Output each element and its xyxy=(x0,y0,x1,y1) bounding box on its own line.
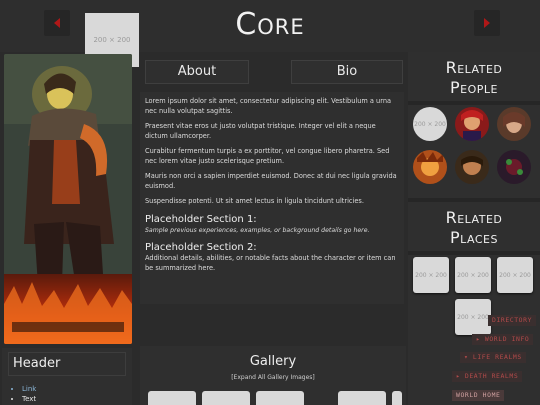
gallery-title: Gallery xyxy=(249,354,297,369)
nav-link-life-realms[interactable]: ▾ LIFE REALMS xyxy=(460,352,526,363)
next-page-button[interactable] xyxy=(474,10,500,36)
chevron-down-icon: ▾ xyxy=(464,353,469,361)
related-person-avatar[interactable] xyxy=(497,107,531,141)
divider xyxy=(408,251,540,255)
related-person-avatar[interactable] xyxy=(455,107,489,141)
sidebar-text-item: Text xyxy=(22,394,36,404)
nav-link-label: WORLD INFO xyxy=(484,335,530,343)
gallery-thumbnail[interactable] xyxy=(202,391,250,405)
chevron-right-icon: ▸ xyxy=(456,372,461,380)
person-portrait-image xyxy=(455,150,489,184)
related-person-avatar[interactable] xyxy=(455,150,489,184)
tab-bio[interactable]: Bio xyxy=(291,60,403,84)
related-places-heading-line-2: Places xyxy=(450,228,498,247)
related-places-heading-line-1: Related xyxy=(445,208,503,227)
character-portrait xyxy=(4,54,132,344)
about-content: Lorem ipsum dolor sit amet, consectetur … xyxy=(140,92,404,304)
gallery-thumbnail[interactable] xyxy=(256,391,304,405)
section-1-text: Sample previous experiences, examples, o… xyxy=(145,226,370,234)
person-portrait-image xyxy=(413,150,447,184)
page-title: Core xyxy=(235,7,305,42)
gallery-thumbnail[interactable] xyxy=(338,391,386,405)
related-places-heading: Related Places xyxy=(408,208,540,248)
sidebar-header-title: Header xyxy=(8,352,126,376)
paragraph: Praesent vitae eros ut justo volutpat tr… xyxy=(145,122,376,140)
paragraph: Lorem ipsum dolor sit amet, consectetur … xyxy=(145,97,392,115)
sidebar-header-list: Link Text xyxy=(14,384,36,404)
sidebar-link[interactable]: Link xyxy=(22,384,36,394)
related-place-thumbnail[interactable]: 200 × 200 xyxy=(497,257,533,293)
nav-link-world-info[interactable]: ▸ WORLD INFO xyxy=(472,334,534,345)
arrow-left-icon xyxy=(54,18,60,28)
person-portrait-image xyxy=(455,107,489,141)
related-place-thumbnail[interactable]: 200 × 200 xyxy=(455,257,491,293)
related-people-heading: Related People xyxy=(408,58,540,98)
nav-link-label: DEATH REALMS xyxy=(464,372,519,380)
arrow-right-icon xyxy=(484,18,490,28)
section-2-text: Additional details, abilities, or notabl… xyxy=(145,254,396,272)
related-person-avatar[interactable] xyxy=(497,150,531,184)
expand-gallery-link[interactable]: [Expand All Gallery Images] xyxy=(140,374,406,381)
portrait-illustration xyxy=(4,54,132,344)
paragraph: Mauris non orci a sapien imperdiet euism… xyxy=(145,172,397,190)
nav-link-label: LIFE REALMS xyxy=(472,353,522,361)
person-portrait-image xyxy=(497,150,531,184)
section-1-heading: Placeholder Section 1: xyxy=(145,213,257,225)
nav-link-label: DIRECTORY xyxy=(492,316,533,324)
nav-link-world-home[interactable]: WORLD HOME xyxy=(452,390,505,401)
nav-link-death-realms[interactable]: ▸ DEATH REALMS xyxy=(452,371,523,382)
divider xyxy=(408,198,540,202)
paragraph: Suspendisse potenti. Ut sit amet lectus … xyxy=(145,197,364,205)
related-person-avatar[interactable] xyxy=(413,150,447,184)
paragraph: Curabitur fermentum turpis a ex porttito… xyxy=(145,147,390,165)
related-people-heading-line-2: People xyxy=(450,78,498,97)
related-person-avatar[interactable]: 200 × 200 xyxy=(413,107,447,141)
tab-about[interactable]: About xyxy=(145,60,249,84)
related-place-thumbnail[interactable]: 200 × 200 xyxy=(413,257,449,293)
gallery-thumbnail[interactable] xyxy=(148,391,196,405)
nav-link-directory[interactable]: DIRECTORY xyxy=(488,315,537,326)
previous-page-button[interactable] xyxy=(44,10,70,36)
divider xyxy=(408,101,540,105)
section-2-heading: Placeholder Section 2: xyxy=(145,242,257,253)
chevron-right-icon: ▸ xyxy=(476,335,481,343)
gallery-thumbnail[interactable] xyxy=(392,391,402,405)
related-place-thumbnail[interactable]: 200 × 200 xyxy=(455,299,491,335)
nav-link-label: WORLD HOME xyxy=(456,391,501,399)
person-portrait-image xyxy=(497,107,531,141)
related-people-heading-line-1: Related xyxy=(445,58,503,77)
